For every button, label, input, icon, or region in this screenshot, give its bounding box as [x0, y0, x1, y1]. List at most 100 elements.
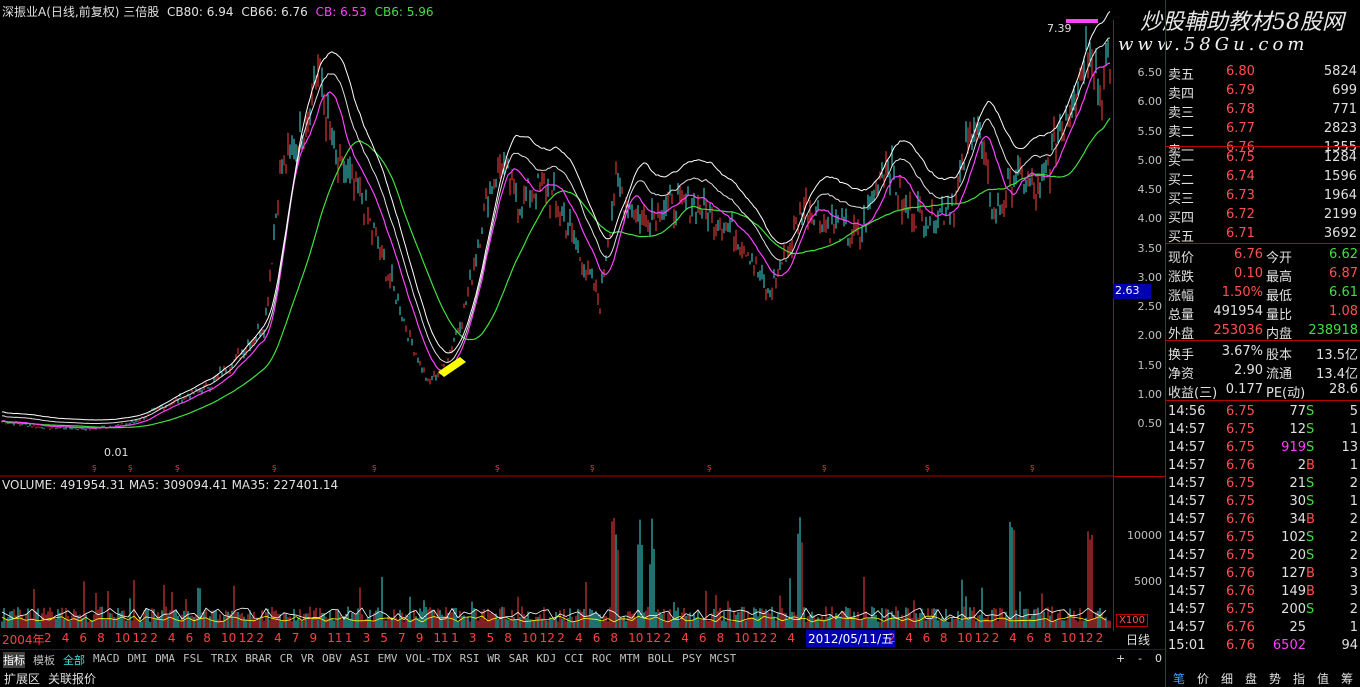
zoom-in-button[interactable]: +	[1116, 652, 1125, 665]
side-tab[interactable]: 盘	[1245, 670, 1257, 687]
price-tick: 1.00	[1137, 387, 1163, 401]
month-tick: 9	[309, 631, 318, 645]
candle-body	[1013, 177, 1015, 181]
side-tab[interactable]: 细	[1221, 670, 1233, 687]
tick-row: 14:57 6.75 30 S 1	[1166, 492, 1360, 511]
candle-body	[873, 194, 875, 200]
indicator-tab[interactable]: VR	[301, 652, 314, 665]
volume-bar	[33, 588, 35, 628]
indicator-tab[interactable]: EMV	[378, 652, 398, 665]
indicator-tab[interactable]: DMA	[155, 652, 175, 665]
candle-body	[363, 218, 365, 223]
side-tab[interactable]: 势	[1269, 670, 1281, 687]
month-tick: 12	[1078, 631, 1094, 645]
candle-body	[579, 257, 581, 260]
volume-bar	[335, 609, 337, 628]
candle-body	[743, 246, 745, 251]
indicator-tab[interactable]: ROC	[592, 652, 612, 665]
candle-body	[689, 216, 691, 221]
volume-bar	[1035, 608, 1037, 628]
indicator-tab[interactable]: MACD	[93, 652, 120, 665]
indicator-tab[interactable]: 模板	[33, 652, 55, 668]
volume-bar	[1003, 617, 1005, 628]
period-label[interactable]: 日线	[1126, 631, 1150, 648]
candle-body	[1047, 164, 1049, 166]
indicator-tab[interactable]: SAR	[509, 652, 529, 665]
candle-body	[573, 234, 575, 240]
candle-body	[557, 213, 559, 215]
candle-body	[525, 188, 527, 195]
candle-body	[649, 223, 651, 228]
tab-extension-area[interactable]: 扩展区	[4, 670, 40, 687]
candle-body	[609, 235, 611, 237]
indicator-tab[interactable]: OBV	[322, 652, 342, 665]
indicator-tab[interactable]: BOLL	[648, 652, 675, 665]
candle-body	[193, 393, 195, 395]
volume-bar	[841, 612, 843, 628]
side-tab[interactable]: 筹	[1341, 670, 1353, 687]
volume-bar	[441, 614, 443, 628]
candle-body	[1023, 186, 1025, 191]
candle-body	[657, 205, 659, 212]
indicator-tab[interactable]: DMI	[127, 652, 147, 665]
bid-row: 买四 6.72 2199	[1166, 205, 1360, 226]
indicator-tab[interactable]: VOL-TDX	[405, 652, 451, 665]
volume-bar	[635, 618, 637, 628]
volume-bar	[271, 606, 273, 628]
volume-bar	[529, 619, 531, 628]
indicator-tab[interactable]: TRIX	[211, 652, 238, 665]
quote-row: 换手 3.67% 股本 13.5亿	[1166, 342, 1360, 363]
candle-body	[567, 227, 569, 231]
kline-chart-area[interactable]: ş ş ş ş ş ş ş ş ş ş ş 深振业A(日线,前复权) 三倍股 CB80: 6.94 …	[0, 0, 1148, 630]
tab-related-quotes[interactable]: 关联报价	[48, 670, 96, 687]
indicator-tab[interactable]: RSI	[460, 652, 480, 665]
candle-body	[611, 207, 613, 212]
price-tick: 5.00	[1137, 153, 1163, 167]
volume-bar	[803, 607, 805, 628]
indicator-tab[interactable]: WR	[487, 652, 500, 665]
candle-body	[921, 211, 923, 217]
tick-count: 1	[1349, 422, 1358, 437]
volume-bar	[961, 579, 963, 628]
candle-body	[1091, 61, 1093, 64]
volume-bar	[309, 606, 311, 628]
candle-body	[19, 424, 21, 426]
candle-body	[279, 163, 281, 173]
side-tab[interactable]: 价	[1197, 670, 1209, 687]
indicator-tab[interactable]: PSY	[682, 652, 702, 665]
volume-bar	[1109, 620, 1111, 628]
side-tab[interactable]: 指	[1293, 670, 1305, 687]
indicator-tab[interactable]: MTM	[620, 652, 640, 665]
indicator-tab[interactable]: 指标	[3, 652, 25, 668]
volume-bar	[551, 618, 553, 628]
reset-button[interactable]: 0	[1155, 652, 1162, 665]
candle-body	[911, 222, 913, 224]
side-tab[interactable]: 值	[1317, 670, 1329, 687]
volume-bar	[703, 619, 705, 628]
bid-price: 6.71	[1226, 226, 1255, 241]
volume-bar	[899, 620, 901, 628]
volume-bar	[573, 621, 575, 628]
indicator-tab[interactable]: 全部	[63, 652, 85, 668]
indicator-tab[interactable]: CCI	[564, 652, 584, 665]
candle-body	[687, 187, 689, 190]
quote-value2: 6.87	[1329, 266, 1358, 281]
volume-bar	[697, 611, 699, 628]
side-tab[interactable]: 笔	[1173, 670, 1185, 687]
indicator-tab[interactable]: KDJ	[536, 652, 556, 665]
candle-body	[771, 290, 773, 296]
tick-row: 14:57 6.76 25 1	[1166, 618, 1360, 637]
zoom-out-button[interactable]: -	[1138, 652, 1142, 665]
volume-bar	[911, 617, 913, 628]
indicator-tab[interactable]: CR	[280, 652, 293, 665]
candle-body	[217, 375, 219, 378]
indicator-tab[interactable]: ASI	[350, 652, 370, 665]
bid-volume: 1596	[1323, 169, 1357, 184]
indicator-tab[interactable]: MCST	[710, 652, 737, 665]
indicator-tab[interactable]: BRAR	[245, 652, 272, 665]
volume-bar	[565, 621, 567, 628]
volume-bar	[533, 620, 535, 628]
candle-body	[937, 217, 939, 222]
kline-svg[interactable]: şşşşşşşşşşş	[0, 0, 1113, 630]
indicator-tab[interactable]: FSL	[183, 652, 203, 665]
